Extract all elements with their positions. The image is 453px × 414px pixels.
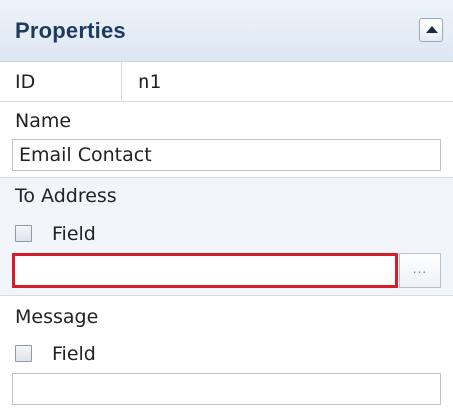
to-address-field-toggle[interactable]: Field xyxy=(15,223,215,247)
name-section: Name Email Contact xyxy=(0,102,453,178)
message-section: Message Field xyxy=(0,296,453,414)
properties-panel: Properties ID n1 Name Email Contact To A… xyxy=(0,0,453,414)
name-label: Name xyxy=(15,110,72,132)
chevron-up-icon xyxy=(426,26,438,33)
message-input[interactable] xyxy=(12,373,441,405)
to-address-section: To Address Field ... xyxy=(0,178,453,296)
message-label: Message xyxy=(15,306,99,328)
browse-button[interactable]: ... xyxy=(399,253,441,288)
id-label: ID xyxy=(15,71,36,93)
message-field-checkbox[interactable] xyxy=(15,345,32,362)
panel-title: Properties xyxy=(15,18,126,43)
message-field-toggle[interactable]: Field xyxy=(15,343,215,367)
panel-header: Properties xyxy=(0,0,453,62)
message-field-label: Field xyxy=(52,343,96,365)
id-divider xyxy=(121,62,122,102)
name-input[interactable]: Email Contact xyxy=(12,139,441,171)
to-address-field-label: Field xyxy=(52,223,96,245)
to-address-input[interactable] xyxy=(12,253,398,288)
collapse-button[interactable] xyxy=(419,18,443,42)
to-address-field-checkbox[interactable] xyxy=(15,225,32,242)
to-address-label: To Address xyxy=(15,185,117,207)
id-value: n1 xyxy=(138,71,161,93)
id-row: ID n1 xyxy=(0,62,453,102)
